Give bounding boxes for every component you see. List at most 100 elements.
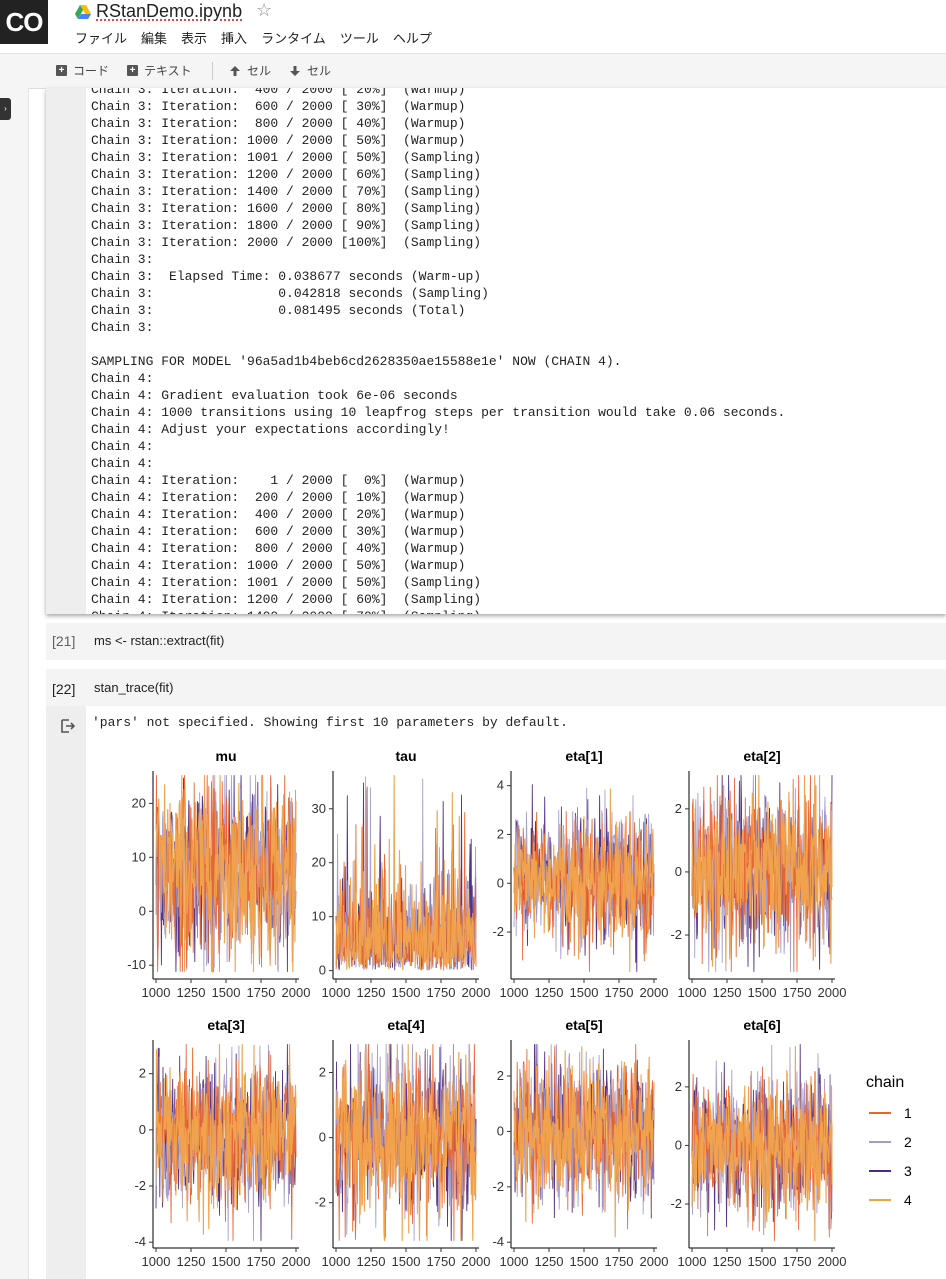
legend-label-chain-3: 3 xyxy=(904,1163,912,1179)
output-line: Chain 4: Gradient evaluation took 6e-06 … xyxy=(91,388,458,403)
x-tick-label: 1500 xyxy=(212,985,241,1000)
menu-view[interactable]: 表示 xyxy=(181,28,207,47)
y-tick-label: 2 xyxy=(139,1066,146,1081)
panel-title: tau xyxy=(396,748,417,764)
x-tick-label: 1750 xyxy=(427,985,456,1000)
google-drive-icon xyxy=(75,5,91,19)
x-tick-label: 1000 xyxy=(322,985,351,1000)
x-tick-label: 1500 xyxy=(570,1254,599,1269)
output-line: Chain 3: xyxy=(91,320,154,335)
x-tick-label: 1750 xyxy=(605,1254,634,1269)
arrow-up-icon xyxy=(230,65,240,76)
x-tick-label: 1750 xyxy=(783,985,812,1000)
move-cell-down-button[interactable]: セル xyxy=(289,62,331,79)
x-tick-label: 2000 xyxy=(462,1254,491,1269)
output-line: Chain 4: Iteration: 600 / 2000 [ 30%] (W… xyxy=(91,524,466,539)
y-tick-label: 2 xyxy=(675,801,682,816)
add-text-button[interactable]: + テキスト xyxy=(127,62,192,79)
output-line: Chain 4: Iteration: 200 / 2000 [ 10%] (W… xyxy=(91,490,466,505)
x-tick-label: 1250 xyxy=(535,1254,564,1269)
y-tick-label: 20 xyxy=(312,855,326,870)
output-line: Chain 3: 0.042818 seconds (Sampling) xyxy=(91,286,489,301)
y-tick-label: 0 xyxy=(319,963,326,978)
x-tick-label: 1000 xyxy=(322,1254,351,1269)
output-line: Chain 4: Iteration: 1000 / 2000 [ 50%] (… xyxy=(91,558,466,573)
star-icon[interactable]: ☆ xyxy=(256,0,272,21)
x-tick-label: 1500 xyxy=(392,985,421,1000)
menu-runtime[interactable]: ランタイム xyxy=(261,28,326,47)
cell-input[interactable]: [22] stan_trace(fit) xyxy=(46,669,946,706)
toolbar: + コード + テキスト セル セル xyxy=(0,53,946,89)
code-cell-21[interactable]: [21] ms <- rstan::extract(fit) xyxy=(46,623,946,660)
panel-title: eta[1] xyxy=(565,748,602,764)
x-tick-label: 1250 xyxy=(713,1254,742,1269)
output-line: Chain 3: xyxy=(91,252,154,267)
y-tick-label: 20 xyxy=(132,795,146,810)
colab-logo[interactable]: CO xyxy=(0,0,48,44)
y-tick-label: 30 xyxy=(312,801,326,816)
x-tick-label: 1500 xyxy=(212,1254,241,1269)
x-tick-label: 1750 xyxy=(247,985,276,1000)
x-tick-label: 1250 xyxy=(713,985,742,1000)
output-line: Chain 3: Iteration: 1600 / 2000 [ 80%] (… xyxy=(91,201,482,216)
output-line: Chain 3: Iteration: 600 / 2000 [ 30%] (W… xyxy=(91,99,466,114)
output-line: Chain 4: Iteration: 1400 / 2000 [ 70%] (… xyxy=(91,609,481,614)
plus-icon: + xyxy=(56,65,67,76)
menu-help[interactable]: ヘルプ xyxy=(393,28,432,47)
panel-title: eta[4] xyxy=(387,1017,424,1033)
x-tick-label: 1750 xyxy=(605,985,634,1000)
cell-code[interactable]: stan_trace(fit) xyxy=(94,680,173,695)
pars-warning-message: 'pars' not specified. Showing first 10 p… xyxy=(92,715,568,730)
x-tick-label: 1000 xyxy=(142,1254,171,1269)
y-tick-label: 0 xyxy=(497,1123,504,1138)
x-tick-label: 1750 xyxy=(427,1254,456,1269)
output-cell[interactable]: Chain 3: Iteration: 400 / 2000 [ 20%] (W… xyxy=(46,88,946,614)
x-tick-label: 1500 xyxy=(570,985,599,1000)
legend-title: chain xyxy=(866,1074,904,1091)
left-sidebar xyxy=(0,88,29,1279)
output-line: Chain 3: Iteration: 800 / 2000 [ 40%] (W… xyxy=(91,116,466,131)
plus-icon: + xyxy=(127,65,138,76)
x-tick-label: 1250 xyxy=(535,985,564,1000)
x-tick-label: 1250 xyxy=(177,1254,206,1269)
x-tick-label: 1250 xyxy=(357,985,386,1000)
output-gutter xyxy=(46,88,86,614)
x-tick-label: 2000 xyxy=(462,985,491,1000)
menu-edit[interactable]: 編集 xyxy=(141,28,167,47)
cell-code[interactable]: ms <- rstan::extract(fit) xyxy=(94,633,224,648)
output-action-icon[interactable] xyxy=(60,718,76,734)
x-tick-label: 2000 xyxy=(818,1254,847,1269)
y-tick-label: -2 xyxy=(492,1179,504,1194)
legend-label-chain-4: 4 xyxy=(904,1192,912,1208)
x-tick-label: 1000 xyxy=(142,985,171,1000)
x-tick-label: 1500 xyxy=(748,1254,777,1269)
x-tick-label: 1000 xyxy=(500,985,529,1000)
move-cell-up-button[interactable]: セル xyxy=(229,62,271,79)
output-line: Chain 3: Iteration: 1200 / 2000 [ 60%] (… xyxy=(91,167,482,182)
menu-file[interactable]: ファイル xyxy=(75,28,127,47)
header: CO RStanDemo.ipynb ☆ ファイル 編集 表示 挿入 ランタイム… xyxy=(0,0,946,53)
output-line: Chain 3: 0.081495 seconds (Total) xyxy=(91,303,466,318)
output-line: Chain 3: Iteration: 1000 / 2000 [ 50%] (… xyxy=(91,133,466,148)
output-line: Chain 3: Iteration: 1001 / 2000 [ 50%] (… xyxy=(91,150,482,165)
menu-insert[interactable]: 挿入 xyxy=(221,28,247,47)
output-line: Chain 4: xyxy=(91,371,154,386)
x-tick-label: 2000 xyxy=(282,1254,311,1269)
y-tick-label: -2 xyxy=(134,1178,146,1193)
output-line: Chain 4: xyxy=(91,439,154,454)
menu-tools[interactable]: ツール xyxy=(340,28,379,47)
notebook-title[interactable]: RStanDemo.ipynb xyxy=(96,1,242,22)
add-code-button[interactable]: + コード xyxy=(56,62,109,79)
x-tick-label: 1500 xyxy=(392,1254,421,1269)
cell-up-label: セル xyxy=(247,64,272,78)
sidebar-toggle-icon[interactable]: › xyxy=(0,98,11,120)
output-line: Chain 3: Elapsed Time: 0.038677 seconds … xyxy=(91,269,482,284)
panel-title: eta[6] xyxy=(743,1017,780,1033)
trace-plot: mu-10010201000 1250 1500 1750 2000tau0102030… xyxy=(127,748,912,1269)
y-tick-label: -2 xyxy=(492,924,504,939)
y-tick-label: 0 xyxy=(139,903,146,918)
output-line: SAMPLING FOR MODEL '96a5ad1b4beb6cd26283… xyxy=(91,354,622,369)
x-tick-label: 1250 xyxy=(357,1254,386,1269)
output-line: Chain 4: Iteration: 1001 / 2000 [ 50%] (… xyxy=(91,575,482,590)
x-tick-label: 1000 xyxy=(678,985,707,1000)
